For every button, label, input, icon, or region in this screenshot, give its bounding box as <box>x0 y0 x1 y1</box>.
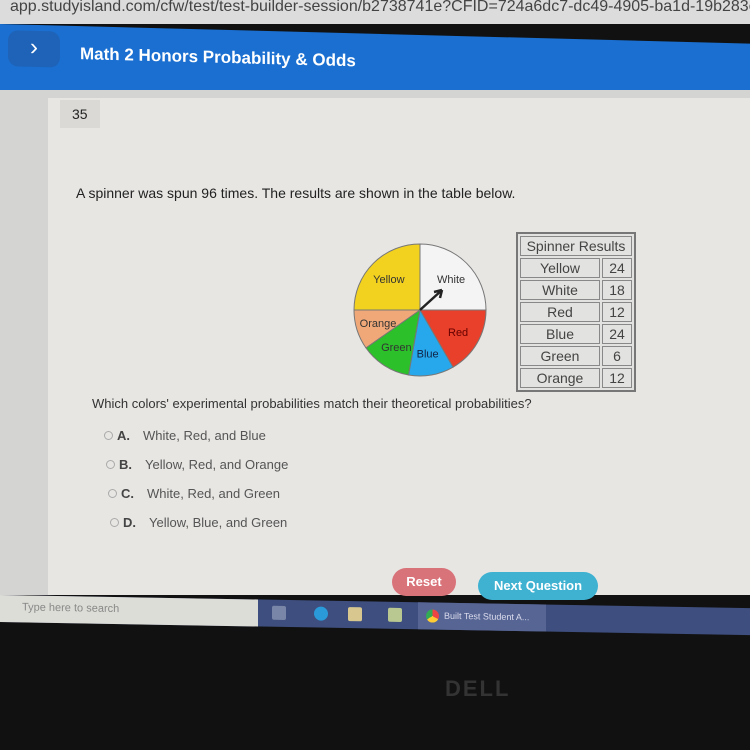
radio-button[interactable] <box>108 489 117 498</box>
table-row: Blue 24 <box>520 324 632 344</box>
spinner-label: White <box>437 274 465 286</box>
spinner-label: Blue <box>417 348 439 360</box>
table-row: White 18 <box>520 280 632 300</box>
color-cell: Orange <box>520 368 600 388</box>
chevron-right-icon[interactable]: › <box>8 30 60 68</box>
option-text: White, Red, and Blue <box>143 428 266 443</box>
answer-option[interactable]: C. White, Red, and Green <box>108 486 280 501</box>
count-cell: 6 <box>602 346 632 366</box>
option-text: White, Red, and Green <box>147 486 280 501</box>
spinner-label: Yellow <box>373 274 404 286</box>
spinner-label: Orange <box>360 318 397 330</box>
color-cell: Green <box>520 346 600 366</box>
radio-button[interactable] <box>110 518 119 527</box>
option-text: Yellow, Blue, and Green <box>149 515 288 530</box>
radio-button[interactable] <box>106 460 115 469</box>
option-letter: A. <box>117 428 130 443</box>
radio-button[interactable] <box>104 431 113 440</box>
file-explorer-icon[interactable] <box>388 607 402 623</box>
store-icon[interactable] <box>348 607 362 622</box>
chrome-icon <box>426 609 439 623</box>
count-cell: 18 <box>602 280 632 300</box>
option-letter: B. <box>119 457 132 472</box>
table-row: Green 6 <box>520 346 632 366</box>
spinner-label: Green <box>381 342 412 354</box>
count-cell: 12 <box>602 302 632 322</box>
color-cell: White <box>520 280 600 300</box>
color-cell: Red <box>520 302 600 322</box>
spinner-label: Red <box>448 327 468 339</box>
page-title: Math 2 Honors Probability & Odds <box>80 44 356 71</box>
count-cell: 24 <box>602 258 632 278</box>
option-letter: C. <box>121 486 134 501</box>
question-prompt: A spinner was spun 96 times. The results… <box>76 185 516 201</box>
table-title: Spinner Results <box>520 236 632 256</box>
answer-option[interactable]: A. White, Red, and Blue <box>104 428 266 443</box>
option-text: Yellow, Red, and Orange <box>145 457 289 472</box>
reset-button[interactable]: Reset <box>392 568 456 596</box>
color-cell: Blue <box>520 324 600 344</box>
table-row: Red 12 <box>520 302 632 322</box>
chrome-taskbar-item[interactable]: Built Test Student A... <box>418 602 546 632</box>
chrome-task-label: Built Test Student A... <box>444 610 530 623</box>
count-cell: 24 <box>602 324 632 344</box>
color-cell: Yellow <box>520 258 600 278</box>
question-ask: Which colors' experimental probabilities… <box>92 396 532 411</box>
taskbar-search[interactable]: Type here to search <box>0 595 258 627</box>
next-question-button[interactable]: Next Question <box>478 572 598 600</box>
option-letter: D. <box>123 515 136 530</box>
answer-option[interactable]: B. Yellow, Red, and Orange <box>106 457 288 472</box>
table-row: Yellow 24 <box>520 258 632 278</box>
taskbar: Type here to search Built Test Student A… <box>0 595 750 636</box>
address-bar[interactable]: app.studyisland.com/cfw/test/test-builde… <box>0 0 750 24</box>
count-cell: 12 <box>602 368 632 388</box>
dell-logo: DELL <box>445 676 511 701</box>
edge-icon[interactable] <box>314 606 328 621</box>
question-number: 35 <box>60 100 100 128</box>
table-row: Orange 12 <box>520 368 632 388</box>
spinner-results-table: Spinner Results Yellow 24 White 18 Red 12 Blue… <box>516 232 636 392</box>
spinner-image: White Red Blue Green Orange Yellow <box>353 243 487 377</box>
answer-option[interactable]: D. Yellow, Blue, and Green <box>110 515 287 530</box>
task-view-icon[interactable] <box>272 605 286 620</box>
